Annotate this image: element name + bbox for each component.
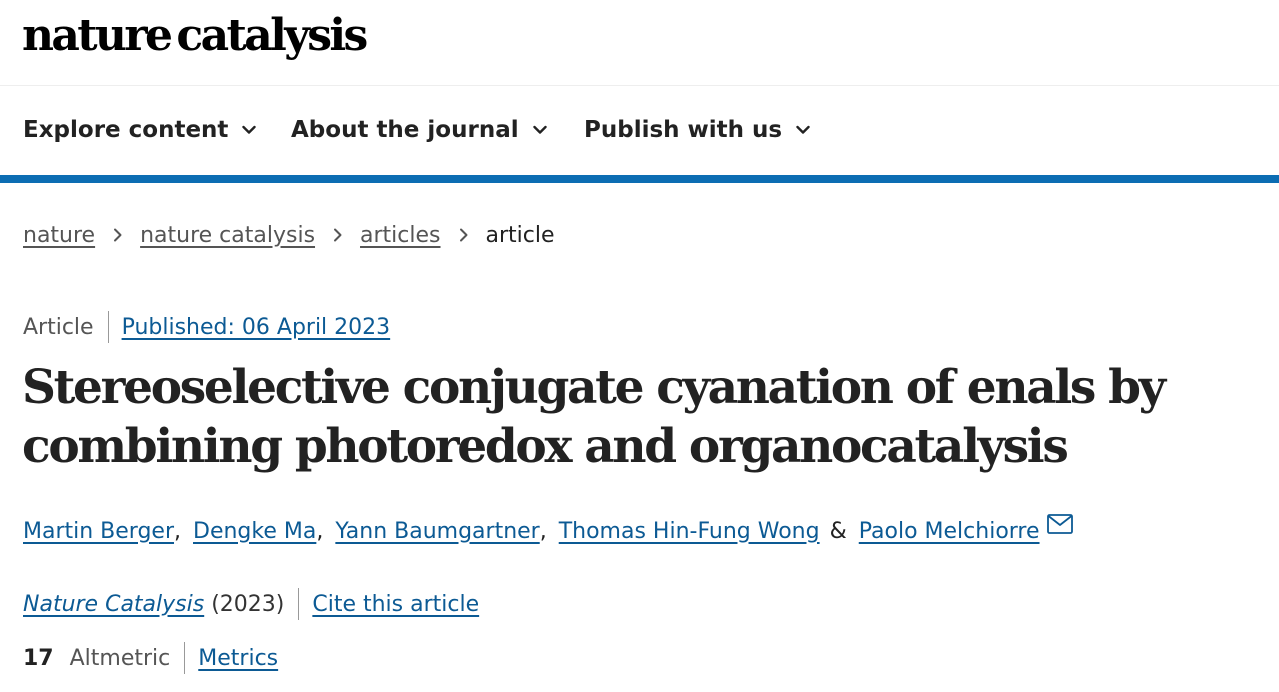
nav-publish-with-us-label: Publish with us	[584, 117, 783, 143]
author-separator: ,	[174, 518, 182, 544]
metrics-row: 17 Altmetric Metrics	[23, 640, 278, 676]
mail-icon[interactable]	[1046, 514, 1073, 534]
altmetric-score: 17	[23, 645, 54, 671]
logo-catalysis: catalysis	[176, 10, 368, 61]
meta-divider	[107, 311, 109, 343]
article-meta: Article Published: 06 April 2023	[23, 310, 390, 344]
article-type: Article	[23, 314, 94, 340]
chevron-down-icon	[796, 123, 810, 137]
chevron-down-icon	[242, 123, 257, 137]
nav-explore-content-label: Explore content	[23, 117, 229, 143]
author-link[interactable]: Martin Berger	[23, 519, 174, 544]
cite-this-article-link[interactable]: Cite this article	[312, 592, 479, 617]
author-link-corresponding[interactable]: Paolo Melchiorre	[859, 519, 1040, 544]
author-link[interactable]: Thomas Hin-Fung Wong	[559, 519, 820, 544]
nav-about-journal-label: About the journal	[291, 117, 519, 143]
author-link[interactable]: Yann Baumgartner	[335, 519, 539, 544]
chevron-right-icon	[112, 228, 124, 242]
published-date-link[interactable]: Published: 06 April 2023	[122, 315, 391, 340]
journal-link[interactable]: Nature Catalysis	[23, 592, 204, 617]
metrics-link[interactable]: Metrics	[198, 646, 278, 671]
main-nav: Explore content About the journal Publis…	[0, 86, 1279, 175]
nav-about-journal[interactable]: About the journal	[291, 113, 547, 147]
journal-logo[interactable]: nature catalysis	[22, 6, 368, 66]
nav-explore-content[interactable]: Explore content	[23, 113, 257, 147]
logo-nature: nature	[22, 10, 173, 61]
article-title: Stereoselective conjugate cyanation of e…	[22, 360, 1166, 474]
breadcrumb-articles[interactable]: articles	[360, 223, 440, 248]
breadcrumb-current: article	[485, 222, 555, 248]
author-link[interactable]: Dengke Ma	[193, 519, 316, 544]
author-separator: ,	[316, 518, 324, 544]
meta-divider	[298, 588, 300, 620]
chevron-right-icon	[458, 228, 470, 242]
site-header: nature catalysis	[0, 0, 1279, 86]
author-list: Martin Berger, Dengke Ma, Yann Baumgartn…	[23, 513, 1073, 549]
header-accent-bar	[0, 175, 1279, 183]
breadcrumb: nature nature catalysis articles article	[23, 218, 555, 252]
journal-citation-row: Nature Catalysis (2023) Cite this articl…	[23, 586, 479, 622]
author-ampersand: &	[829, 518, 847, 544]
chevron-down-icon	[532, 123, 547, 137]
breadcrumb-nature[interactable]: nature	[23, 223, 95, 248]
publication-year: (2023)	[211, 591, 285, 617]
chevron-right-icon	[332, 228, 344, 242]
breadcrumb-nature-catalysis[interactable]: nature catalysis	[140, 223, 315, 248]
meta-divider	[184, 642, 186, 674]
author-separator: ,	[539, 518, 547, 544]
altmetric-label: Altmetric	[69, 645, 171, 671]
nav-publish-with-us[interactable]: Publish with us	[584, 113, 810, 147]
